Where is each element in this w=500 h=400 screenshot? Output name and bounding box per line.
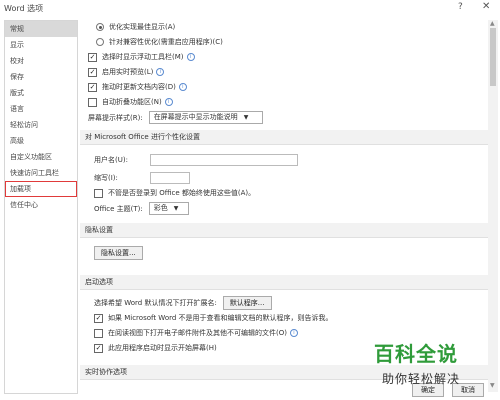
radio-optimize-display[interactable]	[96, 23, 104, 31]
info-icon: i	[178, 83, 187, 91]
option-collapse-ribbon: 自动折叠功能区(N) i	[88, 97, 173, 107]
mini-toolbar-label: 选择时显示浮动工具栏(M)	[102, 53, 184, 61]
checkbox-mini-toolbar[interactable]: ✓	[88, 52, 97, 62]
watermark: 百科全说 助你轻松解决	[368, 338, 496, 396]
sidebar-item-customize-ribbon[interactable]: 自定义功能区	[5, 149, 77, 165]
info-icon: i	[156, 68, 165, 76]
chevron-down-icon: ▼	[173, 205, 179, 212]
initials-label: 缩写(I):	[94, 174, 118, 182]
info-icon: i	[289, 329, 298, 337]
checkbox-open-attachments[interactable]	[94, 328, 103, 338]
checkbox-start-screen[interactable]: ✓	[94, 343, 103, 353]
privacy-settings-button[interactable]: 隐私设置...	[94, 246, 143, 260]
sidebar-item-proofing[interactable]: 校对	[5, 53, 77, 69]
checkbox-collapse-ribbon[interactable]	[88, 97, 97, 107]
sidebar-item-trust-center[interactable]: 信任中心	[5, 197, 77, 213]
live-preview-label: 启用实时预览(L)	[102, 68, 154, 76]
personalize-section-header: 对 Microsoft Office 进行个性化设置	[80, 130, 488, 145]
initials-row: 缩写(I):	[94, 172, 190, 184]
option-screentip: 屏幕提示样式(R): 在屏幕提示中显示功能说明 ▼	[88, 111, 263, 124]
info-icon: i	[186, 53, 195, 61]
watermark-sub-text: 助你轻松解决	[382, 372, 461, 386]
start-screen-row: ✓ 此应用程序启动时显示开始屏幕(H)	[94, 343, 217, 353]
theme-select-value: 彩色	[153, 204, 168, 212]
info-icon: i	[164, 98, 173, 106]
title-bar: Word 选项 ? ✕	[0, 0, 500, 16]
screentip-label: 屏幕提示样式(R):	[88, 113, 143, 122]
checkbox-update-drag[interactable]: ✓	[88, 82, 97, 92]
sidebar-item-display[interactable]: 显示	[5, 37, 77, 53]
radio-optimize-display-label: 优化实现最佳显示(A)	[109, 23, 176, 31]
radio-row-optimize-compat: 针对兼容性优化(需重启应用程序)(C)	[96, 37, 223, 47]
screentip-select[interactable]: 在屏幕提示中显示功能说明 ▼	[148, 111, 263, 124]
radio-optimize-compat[interactable]	[96, 38, 104, 46]
options-sidebar: 常规 显示 校对 保存 版式 语言 轻松访问 高级 自定义功能区 快速访问工具栏…	[4, 20, 78, 394]
screentip-select-value: 在屏幕提示中显示功能说明	[153, 113, 238, 121]
sidebar-item-general[interactable]: 常规	[5, 21, 77, 37]
radio-optimize-compat-label: 针对兼容性优化(需重启应用程序)(C)	[109, 38, 223, 46]
default-ext-row: 选择希望 Word 默认情况下打开扩展名: 默认程序...	[94, 296, 272, 310]
open-attachments-row: 在阅读视图下打开电子邮件附件及其他不可编辑的文件(O) i	[94, 328, 298, 338]
chevron-down-icon: ▼	[243, 114, 249, 121]
close-icon[interactable]: ✕	[482, 1, 490, 12]
initials-field[interactable]	[150, 172, 190, 184]
content-scrollbar[interactable]: ▲ ▼	[488, 20, 498, 392]
option-mini-toolbar: ✓ 选择时显示浮动工具栏(M) i	[88, 52, 195, 62]
sidebar-item-language[interactable]: 语言	[5, 101, 77, 117]
scroll-thumb[interactable]	[490, 28, 496, 86]
sidebar-item-accessibility[interactable]: 轻松访问	[5, 117, 77, 133]
theme-row: Office 主题(T): 彩色 ▼	[94, 202, 189, 215]
checkbox-tell-me-default[interactable]: ✓	[94, 313, 103, 323]
tell-me-default-row: ✓ 如果 Microsoft Word 不是用于查看和编辑文档的默认程序，则告诉…	[94, 313, 333, 323]
open-attachments-label: 在阅读视图下打开电子邮件附件及其他不可编辑的文件(O)	[108, 329, 287, 337]
scroll-up-icon[interactable]: ▲	[490, 20, 495, 27]
checkbox-live-preview[interactable]: ✓	[88, 67, 97, 77]
checkbox-always-use[interactable]	[94, 188, 103, 198]
option-update-drag: ✓ 拖动时更新文档内容(D) i	[88, 82, 187, 92]
update-drag-label: 拖动时更新文档内容(D)	[102, 83, 176, 91]
option-live-preview: ✓ 启用实时预览(L) i	[88, 67, 165, 77]
always-use-label: 不管是否登录到 Office 都始终使用这些值(A)。	[108, 189, 256, 197]
privacy-button-row: 隐私设置...	[94, 246, 143, 260]
sidebar-item-advanced[interactable]: 高级	[5, 133, 77, 149]
theme-label: Office 主题(T):	[94, 204, 143, 213]
sidebar-item-layout[interactable]: 版式	[5, 85, 77, 101]
options-content: 优化实现最佳显示(A) 针对兼容性优化(需重启应用程序)(C) ✓ 选择时显示浮…	[80, 20, 488, 392]
username-row: 用户名(U):	[94, 154, 298, 166]
tell-me-default-label: 如果 Microsoft Word 不是用于查看和编辑文档的默认程序，则告诉我。	[108, 314, 333, 322]
start-screen-label: 此应用程序启动时显示开始屏幕(H)	[108, 344, 217, 352]
always-use-row: 不管是否登录到 Office 都始终使用这些值(A)。	[94, 188, 255, 198]
default-ext-label: 选择希望 Word 默认情况下打开扩展名:	[94, 299, 217, 307]
privacy-section-header: 隐私设置	[80, 223, 488, 238]
username-label: 用户名(U):	[94, 156, 128, 164]
theme-select[interactable]: 彩色 ▼	[148, 202, 189, 215]
sidebar-item-save[interactable]: 保存	[5, 69, 77, 85]
default-programs-button[interactable]: 默认程序...	[222, 296, 272, 310]
watermark-main-text: 百科全说	[374, 342, 458, 366]
window-title: Word 选项	[4, 3, 44, 13]
collapse-ribbon-label: 自动折叠功能区(N)	[102, 98, 162, 106]
sidebar-item-add-ins[interactable]: 加载项	[5, 181, 77, 197]
username-field[interactable]	[150, 154, 298, 166]
startup-section-header: 启动选项	[80, 275, 488, 290]
help-icon[interactable]: ?	[458, 2, 463, 12]
sidebar-item-quick-access-toolbar[interactable]: 快速访问工具栏	[5, 165, 77, 181]
radio-row-optimize-display: 优化实现最佳显示(A)	[96, 22, 175, 32]
